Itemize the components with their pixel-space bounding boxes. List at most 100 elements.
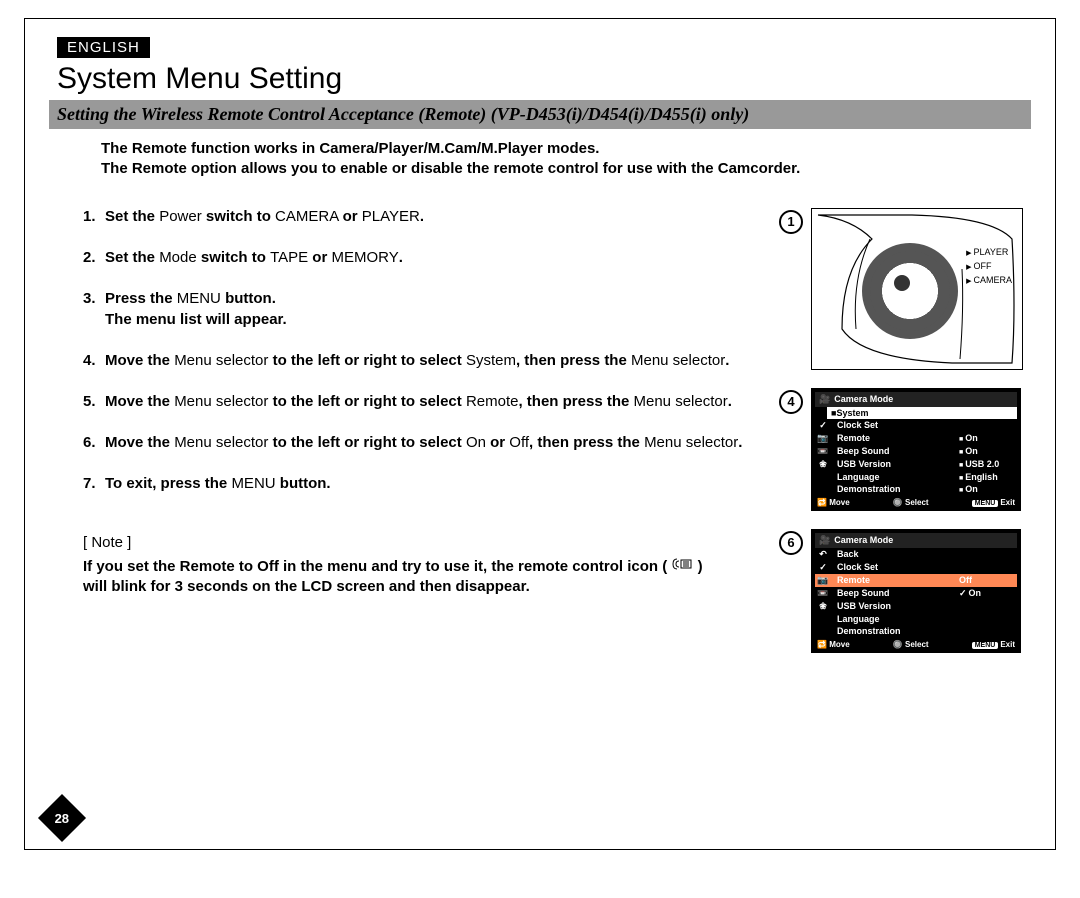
manual-page: ENGLISH System Menu Setting Setting the … (24, 18, 1056, 850)
row-label: Clock Set (833, 562, 955, 572)
camcorder-icon: 🎥 (819, 394, 830, 405)
step: 2.Set the Mode switch to TAPE or MEMORY. (83, 247, 779, 268)
note-block: [ Note ] If you set the Remote to Off in… (83, 532, 779, 598)
row-icon: ✓ (817, 562, 829, 573)
step: 4.Move the Menu selector to the left or … (83, 350, 779, 371)
menu-button-icon: MENU (972, 642, 999, 649)
row-icon: ❀ (817, 601, 829, 612)
lcd4-row: 📼 Beep Sound On (815, 445, 1017, 458)
dial-label-off: OFF (966, 259, 1012, 273)
lcd6-row: 📷 Remote Off (815, 574, 1017, 587)
step-number: 7. (83, 473, 105, 494)
row-label: Demonstration (833, 626, 955, 636)
step-body: To exit, press the MENU button. (105, 473, 331, 494)
dial-label-player: PLAYER (966, 245, 1012, 259)
row-icon: 📼 (817, 588, 829, 599)
power-dial-icon (862, 243, 958, 339)
note-label: [ Note ] (83, 532, 779, 553)
page-number-badge: 28 (38, 794, 86, 842)
row-icon: 📷 (817, 433, 829, 444)
row-label: Demonstration (833, 484, 955, 494)
lcd6-footer: 🔁 Move 🔘 Select MENUExit (815, 637, 1017, 649)
page-number: 28 (55, 811, 69, 826)
move-icon: 🔁 (817, 498, 827, 507)
figure-4-number: 4 (779, 390, 803, 414)
step-number: 6. (83, 432, 105, 453)
note-text: If you set the Remote to Off in the menu… (83, 557, 779, 598)
intro-block: The Remote function works in Camera/Play… (101, 139, 1031, 180)
steps-column: 1.Set the Power switch to CAMERA or PLAY… (49, 206, 779, 653)
lcd4-row: LanguageEnglish (815, 471, 1017, 483)
menu-button-icon: MENU (972, 500, 999, 507)
camcorder-icon: 🎥 (819, 535, 830, 546)
row-value: On (959, 484, 1015, 494)
select-icon: 🔘 (893, 498, 903, 507)
lcd4-footer: 🔁 Move 🔘 Select MENUExit (815, 495, 1017, 507)
step: 7.To exit, press the MENU button. (83, 473, 779, 494)
row-label: USB Version (833, 601, 955, 611)
lcd6-row: ✓ Clock Set (815, 561, 1017, 574)
dial-label-camera: CAMERA (966, 273, 1012, 287)
row-icon: ❀ (817, 459, 829, 470)
step-number: 2. (83, 247, 105, 268)
lcd4-title: 🎥 Camera Mode (815, 392, 1017, 407)
step: 5.Move the Menu selector to the left or … (83, 391, 779, 412)
row-label: Remote (833, 575, 955, 585)
lcd-screen-4: 🎥 Camera Mode ■System ✓ Clock Set 📷 Remote O… (811, 388, 1021, 511)
row-value: USB 2.0 (959, 459, 1015, 469)
row-value: English (959, 472, 1015, 482)
step-body: Move the Menu selector to the left or ri… (105, 391, 732, 412)
figure-6-number: 6 (779, 531, 803, 555)
row-icon: ✓ (817, 420, 829, 431)
select-icon: 🔘 (893, 640, 903, 649)
step: 3.Press the MENU button.The menu list wi… (83, 288, 779, 330)
step-number: 3. (83, 288, 105, 330)
camera-dial-illustration: PLAYER OFF CAMERA (811, 208, 1023, 370)
row-value: On (959, 588, 1015, 599)
page-title: System Menu Setting (57, 62, 1031, 96)
language-tag: ENGLISH (57, 37, 150, 58)
row-label: Remote (833, 433, 955, 443)
row-icon: 📼 (817, 446, 829, 457)
row-label: Clock Set (833, 420, 955, 430)
lcd4-row: ✓ Clock Set (815, 419, 1017, 432)
intro-line-2: The Remote option allows you to enable o… (101, 159, 1031, 179)
lcd6-title: 🎥 Camera Mode (815, 533, 1017, 548)
lcd4-row: 📷 Remote On (815, 432, 1017, 445)
step-number: 1. (83, 206, 105, 227)
row-value: On (959, 433, 1015, 443)
figure-1-number: 1 (779, 210, 803, 234)
step-number: 5. (83, 391, 105, 412)
step-body: Press the MENU button.The menu list will… (105, 288, 287, 330)
figure-4: 4 🎥 Camera Mode ■System ✓ Clock Set 📷 Remot… (779, 388, 1031, 511)
figures-column: 1 PLAYER OFF CAMERA 4 (779, 206, 1031, 653)
step-number: 4. (83, 350, 105, 371)
step-body: Set the Power switch to CAMERA or PLAYER… (105, 206, 424, 227)
row-label: USB Version (833, 459, 955, 469)
lcd4-row: Demonstration On (815, 483, 1017, 495)
back-arrow-icon: ↶ (817, 549, 829, 560)
figure-1: 1 PLAYER OFF CAMERA (779, 208, 1031, 370)
lcd6-row: Demonstration (815, 625, 1017, 637)
move-icon: 🔁 (817, 640, 827, 649)
step-body: Move the Menu selector to the left or ri… (105, 350, 729, 371)
row-label: Beep Sound (833, 446, 955, 456)
lcd6-back-row: ↶ Back (815, 548, 1017, 561)
step: 1.Set the Power switch to CAMERA or PLAY… (83, 206, 779, 227)
figure-6: 6 🎥 Camera Mode ↶ Back ✓ Clock Set 📷 Remote… (779, 529, 1031, 653)
row-value: On (959, 446, 1015, 456)
step: 6.Move the Menu selector to the left or … (83, 432, 779, 453)
row-value: Off (959, 575, 1015, 585)
row-icon: 📷 (817, 575, 829, 586)
row-label: Beep Sound (833, 588, 955, 598)
lcd6-row: 📼 Beep Sound On (815, 587, 1017, 600)
step-body: Set the Mode switch to TAPE or MEMORY. (105, 247, 403, 268)
row-label: Language (833, 614, 955, 624)
subtitle-bar: Setting the Wireless Remote Control Acce… (49, 100, 1031, 129)
remote-blink-icon (671, 557, 693, 577)
step-body: Move the Menu selector to the left or ri… (105, 432, 742, 453)
lcd4-section: ■System (815, 407, 1017, 419)
intro-line-1: The Remote function works in Camera/Play… (101, 139, 1031, 159)
lcd6-row: Language (815, 613, 1017, 625)
dial-labels: PLAYER OFF CAMERA (966, 245, 1012, 288)
